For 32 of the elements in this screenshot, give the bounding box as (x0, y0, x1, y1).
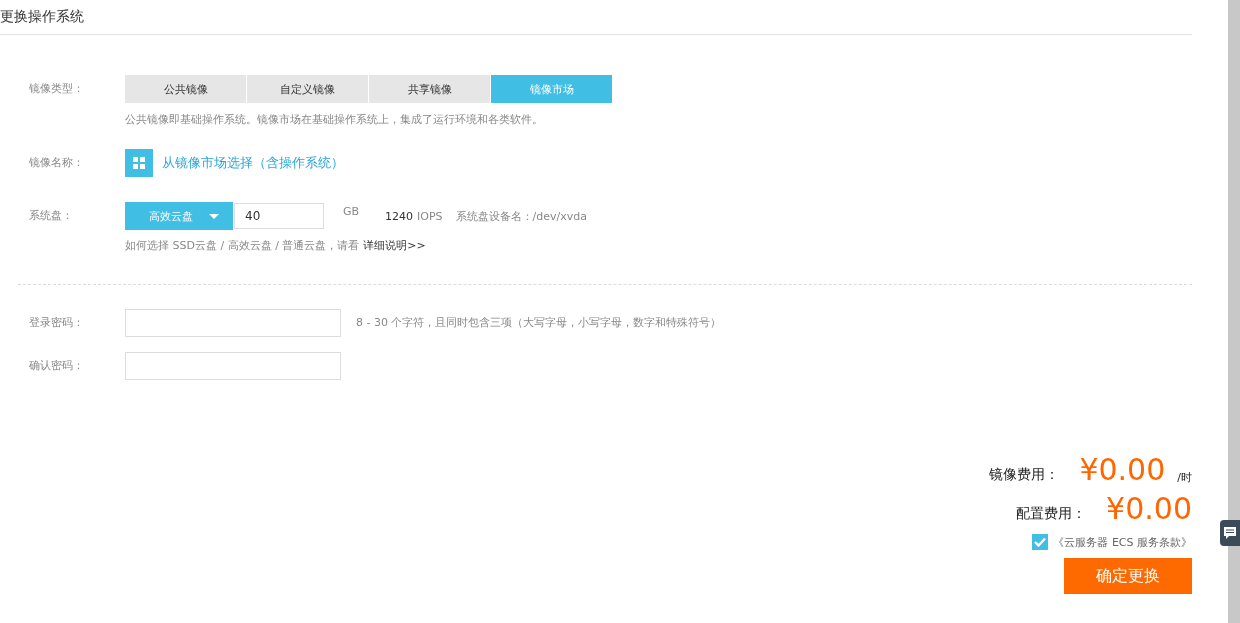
size-unit: GB (343, 205, 360, 218)
details-link[interactable]: 详细说明>> (363, 238, 426, 253)
fee-unit: /时 (1177, 470, 1192, 485)
image-type-tab[interactable]: 公共镜像 (125, 75, 246, 103)
chat-icon (1223, 526, 1237, 540)
caret-icon (209, 213, 219, 219)
disk-size-field[interactable]: 40 (234, 203, 324, 229)
field-label: 镜像名称： (28, 155, 85, 171)
password-hint: 8 - 30 个字符，且同时包含三项（大写字母，小写字母，数字和特殊符号） (356, 315, 722, 331)
password-field[interactable] (125, 309, 341, 337)
field-label: 系统盘： (28, 208, 74, 224)
agreement-checkbox[interactable] (1032, 534, 1049, 550)
feedback-button[interactable] (1220, 520, 1240, 546)
fee-label: 配置费用： (1016, 505, 1087, 523)
field-label: 镜像类型： (28, 81, 85, 97)
field-label: 登录密码： (28, 315, 85, 331)
terms-link[interactable]: 《云服务器 ECS 服务条款》 (1053, 534, 1192, 550)
iops-unit: IOPS (417, 209, 443, 223)
fee-amount: ¥0.00 (1106, 492, 1192, 526)
image-type-tab[interactable]: 共享镜像 (369, 75, 490, 103)
fee-label: 镜像费用： (989, 466, 1060, 484)
iops-value: 1240 (385, 209, 414, 223)
image-type-tab[interactable]: 自定义镜像 (247, 75, 368, 103)
device-name: 系统盘设备名：/dev/xvda (455, 208, 588, 224)
scrollbar[interactable] (1228, 0, 1240, 623)
page-title: 更换操作系统 (0, 7, 85, 26)
fee-amount: ¥0.00 (1079, 453, 1166, 487)
grid-icon[interactable] (125, 149, 153, 177)
password-field[interactable] (125, 352, 341, 380)
help-text: 如何选择 SSD云盘 / 高效云盘 / 普通云盘，请看 (125, 238, 360, 253)
hint-text: 公共镜像即基础操作系统。镜像市场在基础操作系统上，集成了运行环境和各类软件。 (125, 112, 544, 127)
field-label: 确认密码： (28, 358, 85, 374)
